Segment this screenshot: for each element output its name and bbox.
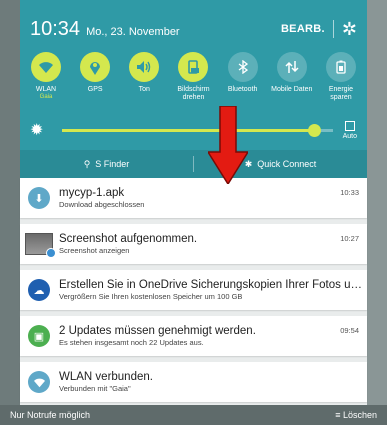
toggle-wlan[interactable]: WLAN Gaia <box>24 52 68 102</box>
divider <box>332 20 334 38</box>
toggle-label: GPS <box>87 86 103 93</box>
battery-icon <box>325 52 356 82</box>
toggle-sublabel: Gaia <box>39 94 53 100</box>
toggle-row: WLAN Gaia GPS Ton Bildschirm drehen Blue… <box>24 52 363 102</box>
cloud-icon: ☁ <box>28 279 50 301</box>
notification-text: Download abgeschlossen <box>59 200 145 209</box>
toggle-label: Bluetooth <box>227 86 258 93</box>
clear-label: Löschen <box>342 410 377 420</box>
gallery-icon <box>46 248 56 258</box>
brightness-control: ✹ Auto <box>30 118 357 142</box>
toggle-rotate[interactable]: Bildschirm drehen <box>171 52 215 102</box>
toggle-label: Ton <box>138 86 150 93</box>
brightness-slider[interactable] <box>62 123 333 137</box>
notification-text: Verbunden mit "Gaia" <box>59 384 131 393</box>
screenshot-thumbnail <box>25 233 56 258</box>
notification-title: WLAN verbunden. <box>59 371 153 383</box>
clock: 10:34 <box>30 17 81 40</box>
edit-button[interactable]: BEARB. <box>281 23 325 35</box>
toggle-label: Energie sparen <box>328 86 353 101</box>
notification-text: Screenshot anzeigen <box>59 246 130 255</box>
s-finder-label: S Finder <box>95 158 130 169</box>
wifi-icon <box>31 52 61 82</box>
notification-item[interactable]: ☁ Erstellen Sie in OneDrive Sicherungsko… <box>20 270 367 310</box>
date: Mo., 23. November <box>86 26 180 38</box>
notification-item[interactable]: ▣ 2 Updates müssen genehmigt werden. Es … <box>20 316 367 356</box>
wifi-icon <box>28 371 50 393</box>
notification-text: Vergrößern Sie Ihren kostenlosen Speiche… <box>59 292 243 301</box>
sun-icon: ✹ <box>30 122 44 139</box>
emergency-calls-label: Nur Notrufe möglich <box>10 410 91 420</box>
notification-title: Screenshot aufgenommen. <box>59 233 198 245</box>
notification-title: 2 Updates müssen genehmigt werden. <box>59 325 256 337</box>
bluetooth-icon <box>227 52 258 82</box>
toggle-label: Bildschirm drehen <box>177 86 210 101</box>
notification-item[interactable]: WLAN verbunden. Verbunden mit "Gaia" <box>20 362 367 402</box>
red-arrow-annotation <box>208 106 248 184</box>
notification-time: 10:33 <box>340 188 359 197</box>
notification-item[interactable]: Screenshot aufgenommen. Screenshot anzei… <box>20 224 367 264</box>
quick-settings: 10:34 Mo., 23. November BEARB. ✲ WLAN Ga… <box>20 0 367 178</box>
toggle-power-saving[interactable]: Energie sparen <box>319 52 363 102</box>
brightness-fill <box>62 128 314 132</box>
s-finder-button[interactable]: ⚲ S Finder <box>20 159 193 170</box>
toggle-gps[interactable]: GPS <box>73 52 117 102</box>
toggle-mobile-data[interactable]: Mobile Daten <box>270 52 314 102</box>
volume-icon <box>129 52 160 82</box>
notification-title: mycyp-1.apk <box>59 187 125 199</box>
notification-item[interactable]: ⬇ mycyp-1.apk Download abgeschlossen 10:… <box>20 178 367 218</box>
download-icon: ⬇ <box>28 187 50 209</box>
store-icon: ▣ <box>28 325 50 347</box>
toggle-sound[interactable]: Ton <box>122 52 166 102</box>
notification-time: 09:54 <box>340 326 359 335</box>
quick-connect-label: Quick Connect <box>257 158 317 169</box>
notification-text: Es stehen insgesamt noch 22 Updates aus. <box>59 338 204 347</box>
toggle-label: WLAN <box>35 86 57 93</box>
search-icon: ⚲ <box>83 158 91 169</box>
auto-brightness-toggle[interactable]: Auto <box>342 120 357 140</box>
checkbox-icon <box>344 120 355 131</box>
notification-panel: 10:34 Mo., 23. November BEARB. ✲ WLAN Ga… <box>20 0 367 405</box>
quick-actions-bar: ⚲ S Finder ✱ Quick Connect <box>20 150 367 178</box>
auto-label: Auto <box>342 132 357 140</box>
gear-icon[interactable]: ✲ <box>342 19 357 40</box>
brightness-knob[interactable] <box>307 123 321 137</box>
notification-title: Erstellen Sie in OneDrive Sicherungskopi… <box>59 279 367 291</box>
quick-settings-header: 10:34 Mo., 23. November BEARB. ✲ <box>30 14 357 44</box>
toggle-label: Mobile Daten <box>271 86 313 93</box>
bottom-status-bar: Nur Notrufe möglich ≡ Löschen <box>0 405 387 425</box>
background-app-left <box>0 0 20 425</box>
clear-all-button[interactable]: ≡ Löschen <box>335 410 377 420</box>
background-app-right <box>367 0 387 425</box>
location-icon <box>80 52 111 82</box>
notification-list: ⬇ mycyp-1.apk Download abgeschlossen 10:… <box>20 178 367 408</box>
notification-time: 10:27 <box>340 234 359 243</box>
mobile-data-icon <box>276 52 307 82</box>
rotate-icon <box>178 52 209 82</box>
toggle-bluetooth[interactable]: Bluetooth <box>221 52 265 102</box>
